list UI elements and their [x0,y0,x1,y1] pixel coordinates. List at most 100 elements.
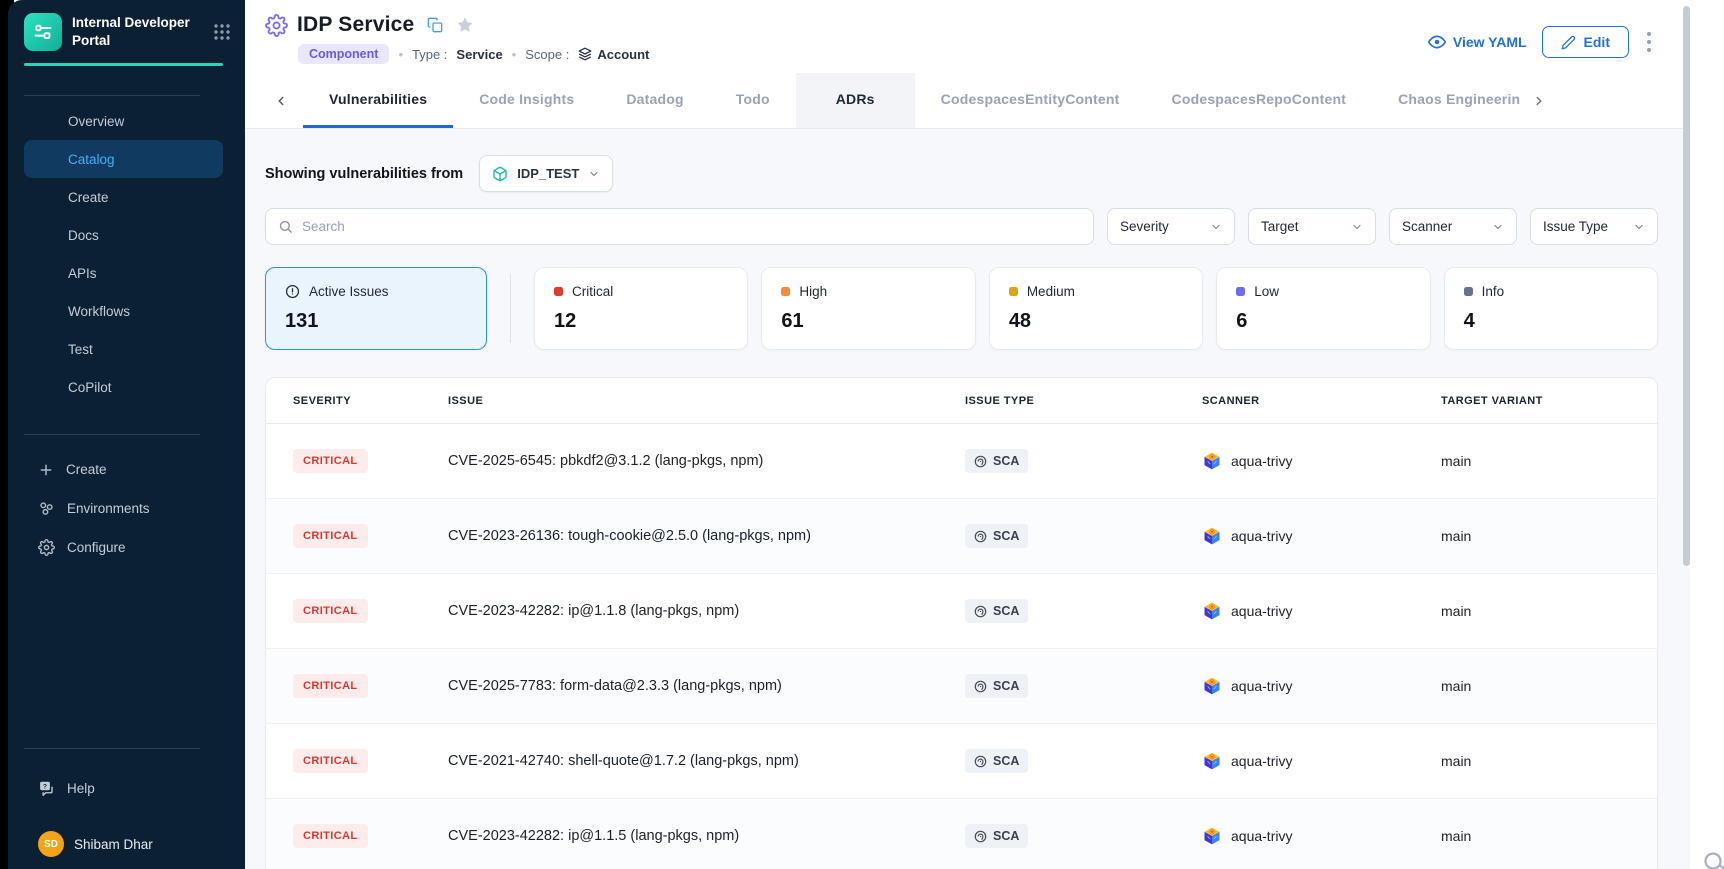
project-select[interactable]: IDP_TEST [479,155,613,192]
card-label: Active Issues [309,284,389,299]
table-row[interactable]: CRITICAL CVE-2025-7783: form-data@2.3.3 … [266,649,1657,724]
issue-cell[interactable]: CVE-2025-6545: pbkdf2@3.1.2 (lang-pkgs, … [448,453,965,469]
sidebar-item-copilot[interactable]: CoPilot [24,368,223,406]
tab-chaos-engineering[interactable]: Chaos Engineerin [1372,73,1526,128]
col-target-variant: TARGET VARIANT [1441,395,1657,407]
issue-type-badge: SCA [965,524,1028,548]
high-dot [781,287,790,296]
sidebar-actions: Create Environments Configure [8,450,245,567]
scrollbar-thumb[interactable] [1683,6,1690,566]
scope-value: Account [578,47,649,62]
medium-card[interactable]: Medium 48 [989,267,1203,350]
low-card[interactable]: Low 6 [1216,267,1430,350]
vulnerabilities-panel: Showing vulnerabilities from IDP_TEST Se… [245,129,1724,869]
info-card[interactable]: Info 4 [1444,267,1658,350]
sca-fingerprint-icon [974,530,987,543]
tab-datadog[interactable]: Datadog [600,73,709,128]
main-area: IDP Service Component • Type : Service •… [245,0,1724,869]
sidebar-item-workflows[interactable]: Workflows [24,292,223,330]
tabs-scroll-left-icon[interactable] [259,73,303,128]
sidebar-action-environments[interactable]: Environments [24,489,223,528]
sca-fingerprint-icon [974,755,987,768]
table-row[interactable]: CRITICAL CVE-2023-42282: ip@1.1.5 (lang-… [266,799,1657,869]
medium-dot [1009,287,1018,296]
user-menu[interactable]: SD Shibam Dhar [38,831,223,857]
sidebar-item-test[interactable]: Test [24,330,223,368]
help-button[interactable]: ? Help [24,769,223,807]
sidebar-action-configure[interactable]: Configure [24,528,223,567]
critical-dot [554,287,563,296]
scanner-cell: aqua-trivy [1202,601,1441,621]
issue-type-badge: SCA [965,449,1028,473]
table-row[interactable]: CRITICAL CVE-2021-42740: shell-quote@1.7… [266,724,1657,799]
sca-fingerprint-icon [974,455,987,468]
tab-code-insights[interactable]: Code Insights [453,73,600,128]
issue-cell[interactable]: CVE-2021-42740: shell-quote@1.7.2 (lang-… [448,753,965,769]
apps-grid-icon[interactable] [213,23,231,41]
tabs-scroll-right-icon[interactable] [1526,73,1552,128]
target-filter[interactable]: Target [1248,208,1376,245]
sidebar-item-overview[interactable]: Overview [24,102,223,140]
target-variant-cell: main [1441,828,1657,844]
kind-badge: Component [298,44,389,64]
gear-icon [38,539,55,556]
search-input[interactable] [302,219,1081,234]
search-icon [278,219,293,234]
tab-adrs[interactable]: ADRs [796,73,915,128]
copy-icon[interactable] [427,17,443,33]
trivy-icon [1202,451,1222,471]
issue-cell[interactable]: CVE-2023-26136: tough-cookie@2.5.0 (lang… [448,528,965,544]
scanner-cell: aqua-trivy [1202,751,1441,771]
active-issues-card[interactable]: Active Issues 131 [265,267,487,350]
scanner-filter[interactable]: Scanner [1389,208,1517,245]
kebab-menu-icon[interactable] [1644,29,1654,55]
sidebar-item-docs[interactable]: Docs [24,216,223,254]
issue-cell[interactable]: CVE-2025-7783: form-data@2.3.3 (lang-pkg… [448,678,965,694]
sidebar-item-apis[interactable]: APIs [24,254,223,292]
view-yaml-button[interactable]: View YAML [1428,33,1527,51]
sidebar-divider [24,95,200,96]
help-chat-icon: ? [38,780,55,797]
sca-fingerprint-icon [974,680,987,693]
issue-type-filter[interactable]: Issue Type [1530,208,1658,245]
target-variant-cell: main [1441,453,1657,469]
chevron-down-icon [588,168,600,180]
issue-cell[interactable]: CVE-2023-42282: ip@1.1.5 (lang-pkgs, npm… [448,828,965,844]
critical-card[interactable]: Critical 12 [534,267,748,350]
issue-cell[interactable]: CVE-2023-42282: ip@1.1.8 (lang-pkgs, npm… [448,603,965,619]
sidebar-item-create[interactable]: Create [24,178,223,216]
tab-codespaces-entity-content[interactable]: CodespacesEntityContent [915,73,1146,128]
svg-text:?: ? [43,783,47,790]
pencil-icon [1561,35,1576,50]
tab-vulnerabilities[interactable]: Vulnerabilities [303,73,453,128]
issue-type-badge: SCA [965,599,1028,623]
low-dot [1236,287,1245,296]
edit-button[interactable]: Edit [1542,26,1629,58]
table-row[interactable]: CRITICAL CVE-2023-26136: tough-cookie@2.… [266,499,1657,574]
sidebar-bottom: ? Help SD Shibam Dhar [8,748,245,869]
cards-divider [510,274,511,343]
sidebar-action-create[interactable]: Create [24,450,223,489]
type-value: Service [456,47,502,62]
severity-filter[interactable]: Severity [1107,208,1235,245]
environments-icon [38,500,55,517]
card-value: 12 [554,310,728,333]
issue-type-badge: SCA [965,824,1028,848]
cube-icon [492,166,508,182]
layers-icon [578,47,592,61]
dot-separator: • [398,47,403,62]
product-logo[interactable] [24,13,62,51]
summary-cards: Active Issues 131 Critical 12 High 61 Me… [265,267,1658,350]
tab-codespaces-repo-content[interactable]: CodespacesRepoContent [1146,73,1373,128]
star-icon[interactable] [456,16,474,34]
col-severity: SEVERITY [293,395,448,407]
card-label: Medium [1027,284,1075,299]
component-gear-icon [265,14,288,37]
table-row[interactable]: CRITICAL CVE-2023-42282: ip@1.1.8 (lang-… [266,574,1657,649]
high-card[interactable]: High 61 [761,267,975,350]
tab-todo[interactable]: Todo [710,73,796,128]
table-row[interactable]: CRITICAL CVE-2025-6545: pbkdf2@3.1.2 (la… [266,424,1657,499]
severity-badge: CRITICAL [293,674,368,698]
sidebar-item-catalog[interactable]: Catalog [24,140,223,178]
sidebar-divider [24,748,200,749]
